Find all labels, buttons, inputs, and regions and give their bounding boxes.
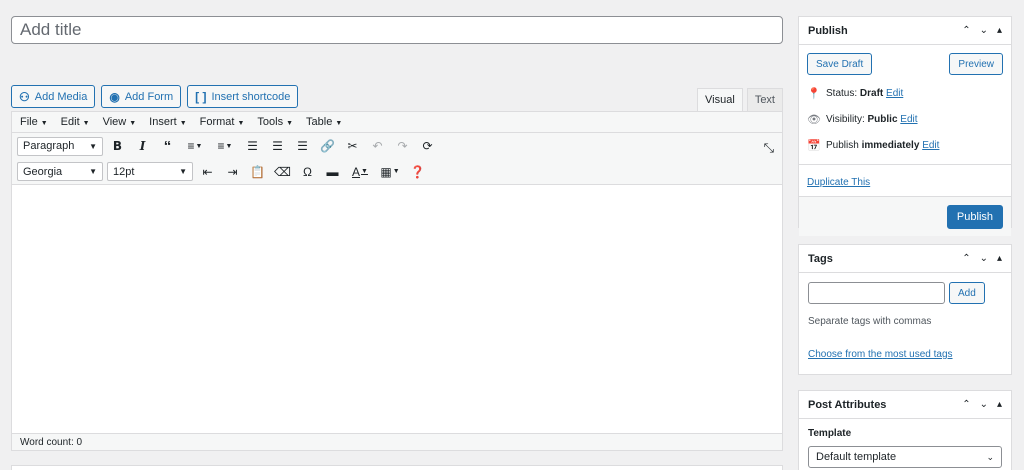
blockquote-icon[interactable]: “ xyxy=(157,136,178,157)
text-color-icon[interactable]: A ▼ xyxy=(347,161,373,182)
post-attributes-header: Post Attributes ⌃ ⌄ ▴ xyxy=(799,391,1011,419)
tag-input[interactable] xyxy=(808,282,945,304)
choose-tags-link[interactable]: Choose from the most used tags xyxy=(808,349,953,360)
media-buttons: ⚇ Add Media ◉ Add Form [ ] Insert shortcode xyxy=(11,85,299,108)
chevron-down-icon[interactable]: ⌄ xyxy=(980,25,988,36)
caret-down-icon: ▼ xyxy=(237,120,245,127)
indent-icon[interactable]: ⇥ xyxy=(222,161,243,182)
classic-editor: File ▼ Edit ▼ View ▼ Insert ▼ Format ▼ Tools ▼… xyxy=(11,111,783,451)
table-icon[interactable]: ▦ ▼ xyxy=(377,161,403,182)
menu-insert[interactable]: Insert ▼ xyxy=(149,116,186,128)
chevron-down-icon[interactable]: ⌄ xyxy=(980,253,988,264)
tab-text[interactable]: Text xyxy=(746,88,783,111)
redo-icon[interactable]: ↷ xyxy=(392,136,413,157)
insert-shortcode-button[interactable]: [ ] Insert shortcode xyxy=(187,85,299,108)
menu-table[interactable]: Table ▼ xyxy=(306,116,342,128)
clear-formatting-icon[interactable]: ⌫ xyxy=(272,161,293,182)
add-media-button[interactable]: ⚇ Add Media xyxy=(11,85,96,108)
bullet-list-icon[interactable]: ≡ ▼ xyxy=(182,136,208,157)
media-icon: ⚇ xyxy=(19,89,30,104)
caret-down-icon: ▼ xyxy=(40,120,48,127)
form-icon: ◉ xyxy=(109,89,120,104)
caret-down-icon: ▼ xyxy=(335,120,343,127)
toolbar-row-1: Paragraph ▼ B I “ ≡ ▼ ≡ ▼ ☰ ☰ ☰ 🔗 ✂ ↶ ↷ ⟳ xyxy=(12,133,782,159)
preview-button[interactable]: Preview xyxy=(949,53,1003,75)
caret-down-icon: ▼ xyxy=(179,120,187,127)
toggle-icon[interactable]: ▴ xyxy=(997,25,1002,36)
bold-icon[interactable]: B xyxy=(107,136,128,157)
font-family-select[interactable]: Georgia ▼ xyxy=(17,162,103,181)
template-select[interactable]: Default template ⌄ xyxy=(808,446,1002,468)
edit-status-link[interactable]: Edit xyxy=(886,88,903,99)
pin-icon: 📍 xyxy=(807,87,821,100)
toggle-icon[interactable]: ▴ xyxy=(997,253,1002,264)
editor-content-area[interactable] xyxy=(12,185,782,429)
menu-edit[interactable]: Edit ▼ xyxy=(61,116,90,128)
template-label: Template xyxy=(808,428,852,439)
caret-down-icon: ▼ xyxy=(89,141,97,151)
save-draft-button[interactable]: Save Draft xyxy=(807,53,873,75)
post-title-input[interactable] xyxy=(11,16,783,44)
refresh-icon[interactable]: ⟳ xyxy=(417,136,438,157)
lower-metabox xyxy=(11,465,783,470)
editor-menubar: File ▼ Edit ▼ View ▼ Insert ▼ Format ▼ Tools ▼… xyxy=(12,112,782,133)
tags-panel-header: Tags ⌃ ⌄ ▴ xyxy=(799,245,1011,273)
toolbar-row-2: Georgia ▼ 12pt ▼ ⇤ ⇥ 📋 ⌫ Ω ▬ A ▼ ▦ ▼ ❓ xyxy=(12,159,782,185)
help-icon[interactable]: ❓ xyxy=(407,161,428,182)
menu-tools[interactable]: Tools ▼ xyxy=(257,116,293,128)
status-row: 📍 Status: Draft Edit xyxy=(807,87,904,100)
caret-down-icon: ▼ xyxy=(129,120,137,127)
visibility-row: 👁 Visibility: Public Edit xyxy=(807,113,918,126)
tags-hint: Separate tags with commas xyxy=(808,316,932,327)
align-center-icon[interactable]: ☰ xyxy=(267,136,288,157)
caret-down-icon: ▼ xyxy=(286,120,294,127)
menu-format[interactable]: Format ▼ xyxy=(200,116,245,128)
font-size-select[interactable]: 12pt ▼ xyxy=(107,162,193,181)
edit-visibility-link[interactable]: Edit xyxy=(900,114,917,125)
chevron-up-icon[interactable]: ⌃ xyxy=(962,399,970,410)
word-count: Word count: 0 xyxy=(12,433,782,450)
add-form-button[interactable]: ◉ Add Form xyxy=(101,85,182,108)
chevron-down-icon[interactable]: ⌄ xyxy=(980,399,988,410)
chevron-up-icon[interactable]: ⌃ xyxy=(962,25,970,36)
chevron-down-icon: ⌄ xyxy=(986,451,994,462)
edit-publish-time-link[interactable]: Edit xyxy=(922,140,939,151)
publish-button[interactable]: Publish xyxy=(946,204,1003,229)
tags-panel: Tags ⌃ ⌄ ▴ Add Separate tags with commas C… xyxy=(798,244,1012,375)
link-icon[interactable]: 🔗 xyxy=(317,136,338,157)
toggle-icon[interactable]: ▴ xyxy=(997,399,1002,410)
format-select[interactable]: Paragraph ▼ xyxy=(17,136,103,156)
outdent-icon[interactable]: ⇤ xyxy=(197,161,218,182)
align-right-icon[interactable]: ☰ xyxy=(292,136,313,157)
duplicate-link[interactable]: Duplicate This xyxy=(807,177,870,188)
publish-panel: Publish ⌃ ⌄ ▴ Save Draft Preview 📍 Status:… xyxy=(798,16,1012,236)
chevron-up-icon[interactable]: ⌃ xyxy=(962,253,970,264)
caret-down-icon: ▼ xyxy=(89,167,97,176)
publish-time-row: 📅 Publish immediately Edit xyxy=(807,139,940,152)
read-more-icon[interactable]: ▬ xyxy=(322,161,343,182)
shortcode-icon: [ ] xyxy=(195,89,207,104)
numbered-list-icon[interactable]: ≡ ▼ xyxy=(212,136,238,157)
align-left-icon[interactable]: ☰ xyxy=(242,136,263,157)
undo-icon[interactable]: ↶ xyxy=(367,136,388,157)
omega-icon[interactable]: Ω xyxy=(297,161,318,182)
italic-icon[interactable]: I xyxy=(132,136,153,157)
add-tag-button[interactable]: Add xyxy=(949,282,985,304)
paste-text-icon[interactable]: 📋 xyxy=(247,161,268,182)
eye-icon: 👁 xyxy=(807,113,821,126)
caret-down-icon: ▼ xyxy=(179,167,187,176)
editor-mode-tabs: Visual Text xyxy=(697,88,783,111)
menu-view[interactable]: View ▼ xyxy=(103,116,137,128)
tab-visual[interactable]: Visual xyxy=(697,88,743,111)
duplicate-section: Duplicate This xyxy=(799,164,1011,196)
calendar-icon: 📅 xyxy=(807,139,821,152)
menu-file[interactable]: File ▼ xyxy=(20,116,48,128)
caret-down-icon: ▼ xyxy=(82,120,90,127)
post-attributes-panel: Post Attributes ⌃ ⌄ ▴ Template Default tem… xyxy=(798,390,1012,470)
publish-panel-header: Publish ⌃ ⌄ ▴ xyxy=(799,17,1011,45)
unlink-icon[interactable]: ✂ xyxy=(342,136,363,157)
fullscreen-icon[interactable]: ⤡ xyxy=(764,140,774,156)
